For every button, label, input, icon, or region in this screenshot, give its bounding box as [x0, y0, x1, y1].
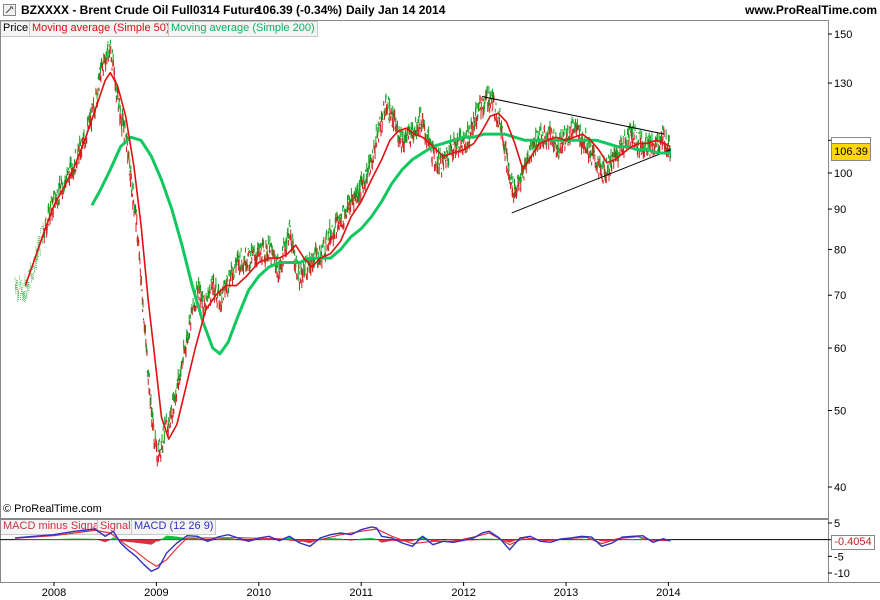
price-y-tick-label: 80: [834, 244, 846, 256]
price-panel-frame: [0, 20, 829, 519]
ma200-line: [90, 132, 671, 356]
x-tick-label: 2013: [554, 587, 578, 599]
price-y-tick-label: 50: [834, 406, 846, 418]
price-y-tick-label: 100: [834, 168, 852, 180]
signal-line: [15, 528, 671, 568]
price-candles: [14, 39, 671, 467]
ma50-line: [24, 71, 671, 440]
x-tick-label: 2008: [42, 587, 66, 599]
x-tick-label: 2014: [656, 587, 680, 599]
x-tick-label: 2010: [247, 587, 271, 599]
price-flag: 106.39: [831, 143, 871, 161]
macd-y-tick-label: -10: [834, 568, 850, 580]
price-y-tick-label: 150: [834, 29, 852, 41]
macd-y-tick-label: 5: [834, 518, 840, 530]
price-y-tick-label: 90: [834, 204, 846, 216]
price-y-tick-label: 70: [834, 290, 846, 302]
x-tick-label: 2011: [349, 587, 373, 599]
macd-flag: -0.4054: [831, 535, 875, 550]
macd-y-tick-label: -5: [834, 551, 844, 563]
price-y-tick-label: 130: [834, 78, 852, 90]
triangle-trendline: [511, 149, 671, 214]
macd-panel-frame: [0, 519, 829, 583]
price-y-tick-label: 60: [834, 343, 846, 355]
x-tick-label: 2009: [144, 587, 168, 599]
macd-line: [15, 526, 671, 573]
price-y-tick-label: 40: [834, 482, 846, 494]
x-tick-label: 2012: [451, 587, 475, 599]
price-chart[interactable]: 150 130 100 90 80 70 60 50 40 5 -5 -10 2008 2009 2010 2…: [0, 0, 880, 600]
